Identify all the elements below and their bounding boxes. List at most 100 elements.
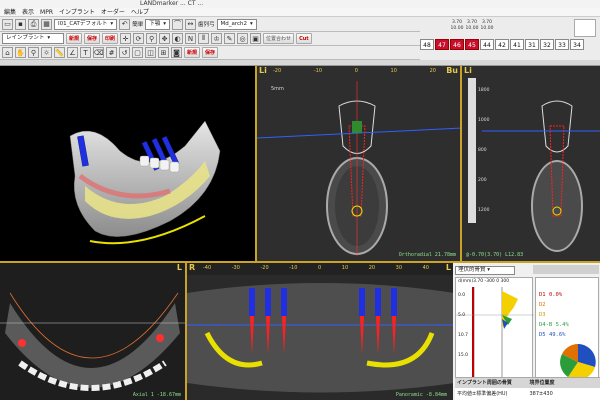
summary-row-right: 387±430 xyxy=(529,391,553,397)
summary-header-left: インプラント周囲の骨質 xyxy=(457,380,512,386)
size-label xyxy=(420,20,434,32)
zoom-icon[interactable]: ⚲ xyxy=(146,33,158,44)
new-plan-button[interactable]: 新規 xyxy=(184,47,201,58)
new-implant-button[interactable]: 新規 xyxy=(66,33,83,44)
jaw-value: 下顎 xyxy=(149,20,161,27)
viewport-orthoradial[interactable]: Li Bu -20 -10 0 10 20 5mm Orthoradial 21… xyxy=(255,66,460,261)
magnify-icon[interactable]: ⚲ xyxy=(28,47,39,58)
density-mode-select[interactable]: 埋伏的骨質 ▾ xyxy=(455,266,515,275)
sleeve-icon[interactable]: ◎ xyxy=(237,33,249,44)
tooth-44[interactable]: 44 xyxy=(480,39,494,50)
home-icon[interactable]: ⌂ xyxy=(2,47,13,58)
stat-label: D4-B xyxy=(539,322,553,328)
depth-tick: 0.0 xyxy=(458,293,466,298)
preset-value: I01_CATデフォルト xyxy=(58,20,108,27)
implant-select[interactable]: レインプラント ▾ xyxy=(2,33,64,44)
ruler-tick: -20 xyxy=(260,265,269,271)
arch-tool-icon[interactable]: ⌒ xyxy=(171,18,183,30)
stat-label: D3 xyxy=(539,312,546,318)
layout-4-icon[interactable]: ⊞ xyxy=(158,47,169,58)
align-button[interactable]: 位置合わせ xyxy=(263,33,295,44)
print-implant-button[interactable]: 印刷 xyxy=(102,33,119,44)
print-icon[interactable]: ⎙ xyxy=(28,18,39,30)
tooth-32[interactable]: 32 xyxy=(540,39,554,50)
grey-tick: 800 xyxy=(478,148,487,153)
save-implant-button[interactable]: 保存 xyxy=(84,33,101,44)
arch-select[interactable]: Md_arch2 ▾ xyxy=(216,18,257,30)
stat-value: 0.0% xyxy=(548,292,563,298)
ruler-icon[interactable]: 📏 xyxy=(54,47,65,58)
save-plan-button[interactable]: 保存 xyxy=(202,47,219,58)
preset-select[interactable]: I01_CATデフォルト ▾ xyxy=(54,18,118,30)
axial-image xyxy=(0,292,185,391)
tooth-31[interactable]: 31 xyxy=(525,39,539,50)
pan-icon[interactable]: ✥ xyxy=(159,33,171,44)
eraser-icon[interactable]: ⌫ xyxy=(93,47,104,58)
ruler-tick: 0 xyxy=(318,265,322,271)
menu-order[interactable]: オーダー xyxy=(101,8,125,16)
tooth-selector: 3.70 10.00 3.70 10.00 3.70 10.00 48 47 4… xyxy=(420,17,600,60)
bone-density-panel: 埋伏的骨質 ▾ d(mm)3.70 -300 0 300 0.0 5.0 10.… xyxy=(453,261,600,400)
crown-icon[interactable]: ♔ xyxy=(211,33,223,44)
menu-mpr[interactable]: MPR xyxy=(40,8,53,16)
rotate-icon[interactable]: ⟳ xyxy=(133,33,145,44)
crosshair-icon[interactable]: ✛ xyxy=(120,33,132,44)
viewport-cross-section-2[interactable]: Li 1800 1000 800 200 1200 @-0.70(3.70) L… xyxy=(460,66,600,261)
left-label: L xyxy=(445,263,451,272)
stat-d5: D5 49.6% xyxy=(539,332,566,338)
window-level-icon[interactable]: ◐ xyxy=(172,33,184,44)
layout-icon[interactable]: ▦ xyxy=(41,18,52,30)
save-disk-icon[interactable]: ▪ xyxy=(15,18,26,30)
jaw-select[interactable]: 下顎 ▾ xyxy=(145,18,170,30)
density-mode-value: 埋伏的骨質 xyxy=(458,267,486,273)
pin-icon[interactable]: ✎ xyxy=(224,33,236,44)
layout-1-icon[interactable]: ▢ xyxy=(132,47,143,58)
grid-icon[interactable]: # xyxy=(106,47,117,58)
measure-tool-icon[interactable]: ↔ xyxy=(184,18,196,30)
cross-section-2-caption: @-0.70(3.70) L12.83 xyxy=(466,252,524,258)
tooth-45[interactable]: 45 xyxy=(465,39,479,50)
nerve-icon[interactable]: N xyxy=(185,33,197,44)
viewport-axial[interactable]: L Axial 1 -18.67mm xyxy=(0,261,185,400)
menu-view[interactable]: 表示 xyxy=(22,8,34,16)
reset-icon[interactable]: ↺ xyxy=(119,47,130,58)
ruler-tick: 40 xyxy=(422,265,429,271)
tooth-47[interactable]: 47 xyxy=(435,39,449,50)
tooth-48[interactable]: 48 xyxy=(420,39,434,50)
ruler-panoramic: -40 -30 -20 -10 0 10 20 30 40 xyxy=(197,265,435,275)
tooth-34[interactable]: 34 xyxy=(570,39,584,50)
panel-tab xyxy=(533,265,599,274)
guide-icon[interactable]: ▣ xyxy=(250,33,262,44)
menu-implant[interactable]: インプラント xyxy=(59,8,95,16)
implant-icon[interactable]: ⫴ xyxy=(198,33,210,44)
ruler-tick: -30 xyxy=(231,265,240,271)
viewport-panoramic[interactable]: R L -40 -30 -20 -10 0 10 20 30 40 Panora… xyxy=(185,261,453,400)
viewport-3d[interactable] xyxy=(0,66,255,261)
grey-tick: 1800 xyxy=(478,88,490,93)
ruler-tick: -10 xyxy=(289,265,298,271)
depth-tick: 5.0 xyxy=(458,313,466,318)
summary-header-right: 境界位置度 xyxy=(529,380,555,386)
orthoradial-caption: Orthoradial 21.78mm xyxy=(398,252,456,258)
tooth-46[interactable]: 46 xyxy=(450,39,464,50)
ruler-tick: 10 xyxy=(341,265,349,271)
chevron-down-icon: ▾ xyxy=(250,20,253,27)
cut-button[interactable]: Cut xyxy=(296,33,312,44)
title-bar: LANDmarker ... CT ... xyxy=(0,0,600,8)
arch-label: 歯列弓 xyxy=(197,22,215,28)
brightness-icon[interactable]: ☼ xyxy=(41,47,52,58)
camera-icon[interactable]: ◙ xyxy=(171,47,182,58)
undo-icon[interactable]: ↶ xyxy=(119,18,131,30)
text-icon[interactable]: T xyxy=(80,47,91,58)
tooth-41[interactable]: 41 xyxy=(510,39,524,50)
summary-row: 平均値±標準偏差(HU) 387±430 xyxy=(455,389,600,399)
tooth-42[interactable]: 42 xyxy=(495,39,509,50)
tooth-33[interactable]: 33 xyxy=(555,39,569,50)
arch-value: Md_arch2 xyxy=(220,20,248,27)
menu-help[interactable]: ヘルプ xyxy=(131,8,149,16)
hand-icon[interactable]: ✋ xyxy=(15,47,26,58)
open-folder-icon[interactable]: ▭ xyxy=(2,18,13,30)
menu-edit[interactable]: 編集 xyxy=(4,8,16,16)
angle-icon[interactable]: ∠ xyxy=(67,47,78,58)
layout-2-icon[interactable]: ◫ xyxy=(145,47,156,58)
